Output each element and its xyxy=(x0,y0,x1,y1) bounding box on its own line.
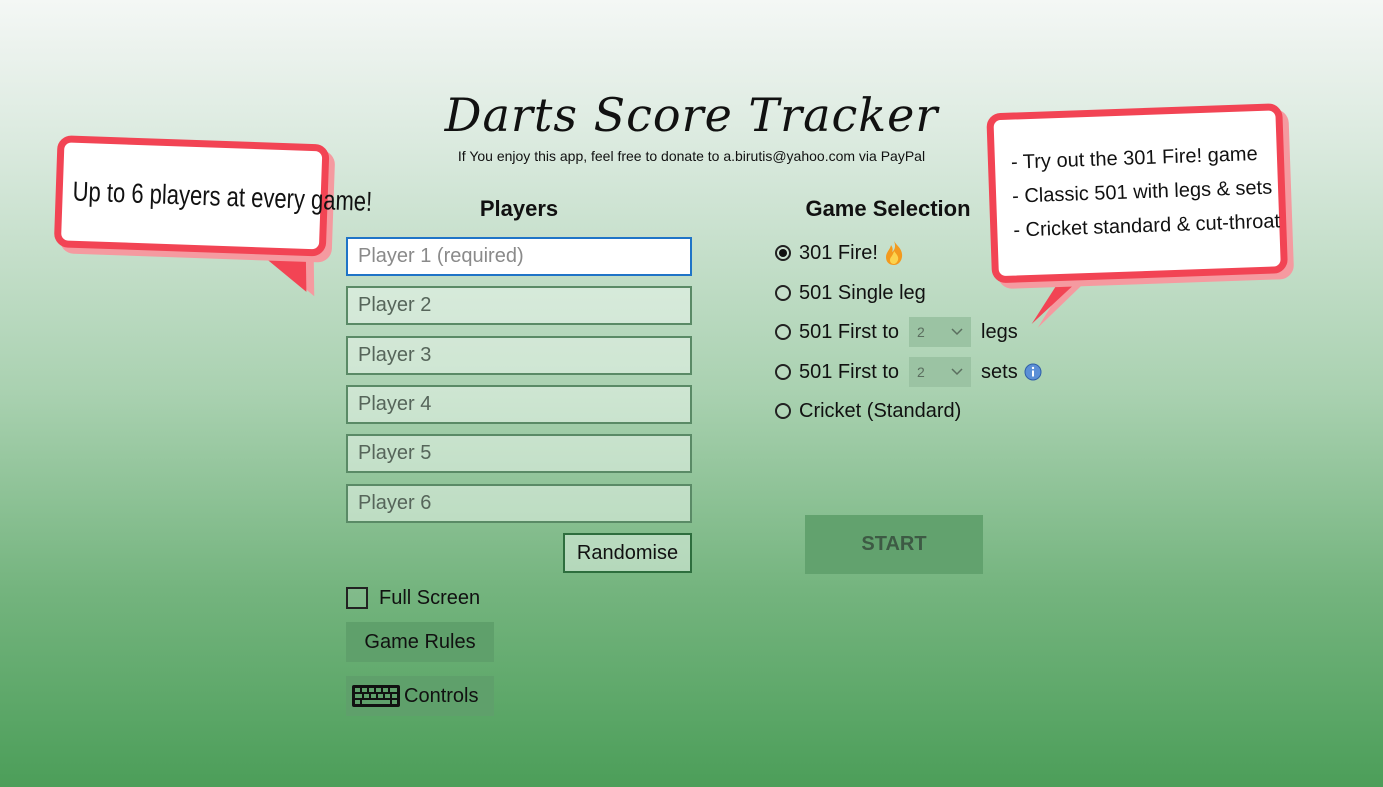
game-rules-button-label: Game Rules xyxy=(364,630,476,653)
game-option-cricket[interactable]: Cricket (Standard) xyxy=(775,396,961,426)
game-option-501-legs[interactable]: 501 First to 2 legs xyxy=(775,317,1018,347)
randomise-button-label: Randomise xyxy=(576,541,679,564)
callout-left-text: Up to 6 players at every game! xyxy=(72,175,373,218)
callout-right-line-3: - Cricket standard & cut-throat xyxy=(1012,210,1281,242)
sets-suffix-label: sets xyxy=(981,360,1018,383)
game-option-501-single-leg-label: 501 Single leg xyxy=(799,281,926,304)
player-3-input[interactable] xyxy=(346,336,692,375)
game-selection-heading: Game Selection xyxy=(805,196,971,221)
start-button-label: START xyxy=(861,533,927,555)
sets-count-value: 2 xyxy=(917,364,925,380)
game-option-cricket-radio[interactable] xyxy=(775,403,791,419)
callout-right-box: - Try out the 301 Fire! game - Classic 5… xyxy=(986,103,1289,284)
players-heading: Players xyxy=(479,196,559,221)
controls-button-label: Controls xyxy=(404,684,479,707)
legs-suffix-label: legs xyxy=(981,320,1018,343)
chevron-down-icon xyxy=(951,328,963,336)
game-option-501-sets-radio[interactable] xyxy=(775,364,791,380)
game-option-501-legs-label: 501 First to xyxy=(799,320,900,343)
legs-count-value: 2 xyxy=(917,324,925,340)
chevron-down-icon xyxy=(951,368,963,376)
callout-right-line-1: - Try out the 301 Fire! game xyxy=(1010,143,1259,174)
player-4-input[interactable] xyxy=(346,385,692,424)
callout-left-tail xyxy=(255,250,315,297)
game-option-301-fire-label: 301 Fire! xyxy=(799,241,878,264)
game-option-301-fire[interactable]: 301 Fire! xyxy=(775,238,905,268)
game-option-cricket-label: Cricket (Standard) xyxy=(799,399,962,422)
player-6-input[interactable] xyxy=(346,484,692,523)
game-option-501-single-leg-radio[interactable] xyxy=(775,285,791,301)
game-option-501-single-leg[interactable]: 501 Single leg xyxy=(775,278,926,308)
fire-icon xyxy=(885,241,903,265)
game-option-301-fire-radio[interactable] xyxy=(775,245,791,261)
game-option-501-legs-radio[interactable] xyxy=(775,324,791,340)
controls-button[interactable]: Controls xyxy=(346,676,494,716)
player-1-input[interactable] xyxy=(346,237,692,276)
callout-right: - Try out the 301 Fire! game - Classic 5… xyxy=(986,103,1303,334)
legs-count-select[interactable]: 2 xyxy=(909,317,972,347)
randomise-button[interactable]: Randomise xyxy=(563,533,692,573)
callout-left-box: Up to 6 players at every game! xyxy=(53,135,373,257)
game-option-501-sets-label: 501 First to xyxy=(799,360,900,383)
callout-right-line-2: - Classic 501 with legs & sets xyxy=(1011,176,1273,208)
full-screen-label: Full Screen xyxy=(379,586,481,609)
callout-left: Up to 6 players at every game! xyxy=(52,135,373,297)
game-rules-button[interactable]: Game Rules xyxy=(346,622,494,662)
sets-count-select[interactable]: 2 xyxy=(909,357,972,387)
game-option-501-sets[interactable]: 501 First to 2 sets xyxy=(775,357,1042,387)
full-screen-checkbox[interactable]: Full Screen xyxy=(346,584,480,612)
keyboard-icon xyxy=(352,685,400,707)
player-5-input[interactable] xyxy=(346,434,692,473)
player-2-input[interactable] xyxy=(346,286,692,325)
start-button[interactable]: START xyxy=(805,515,983,574)
info-icon[interactable] xyxy=(1024,363,1042,381)
full-screen-checkbox-box[interactable] xyxy=(346,587,368,609)
